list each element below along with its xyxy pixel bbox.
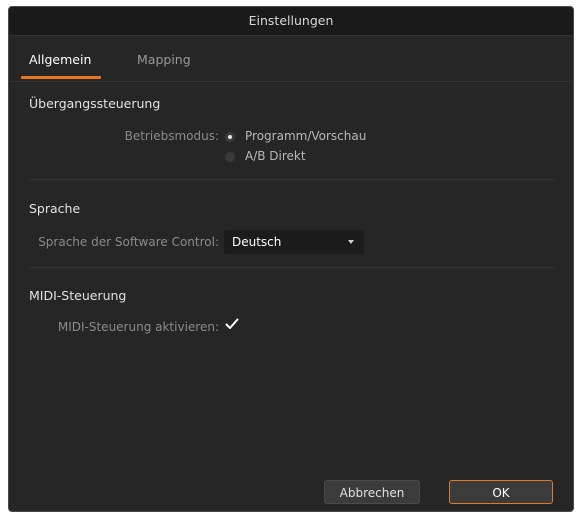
radio-ab-direct-label[interactable]: A/B Direkt xyxy=(245,149,306,163)
radio-program-preview[interactable] xyxy=(225,132,235,142)
tab-mapping[interactable]: Mapping xyxy=(137,52,191,67)
midi-enable-label: MIDI-Steuerung aktivieren: xyxy=(57,320,219,334)
cancel-button[interactable]: Abbrechen xyxy=(324,480,420,504)
operating-mode-label: Betriebsmodus: xyxy=(124,129,219,143)
dialog-title: Einstellungen xyxy=(9,7,573,36)
checkbox-midi-enable[interactable] xyxy=(225,318,239,330)
checkmark-icon xyxy=(225,318,239,329)
software-language-label: Sprache der Software Control: xyxy=(38,235,219,249)
ok-button[interactable]: OK xyxy=(449,480,553,504)
radio-ab-direct[interactable] xyxy=(225,152,235,162)
radio-program-preview-label[interactable]: Programm/Vorschau xyxy=(245,129,366,143)
chevron-down-icon xyxy=(348,240,354,244)
language-select[interactable]: Deutsch xyxy=(224,230,364,254)
section-title-language: Sprache xyxy=(29,201,81,216)
tab-general[interactable]: Allgemein xyxy=(29,52,91,67)
settings-dialog: Einstellungen Allgemein Mapping Übergang… xyxy=(8,6,574,512)
section-title-midi: MIDI-Steuerung xyxy=(29,288,127,303)
tab-divider xyxy=(9,81,573,82)
active-tab-indicator xyxy=(21,76,101,79)
section-divider xyxy=(29,179,555,180)
language-select-value: Deutsch xyxy=(232,235,282,249)
section-divider xyxy=(29,267,555,268)
section-title-transition: Übergangssteuerung xyxy=(29,96,161,111)
